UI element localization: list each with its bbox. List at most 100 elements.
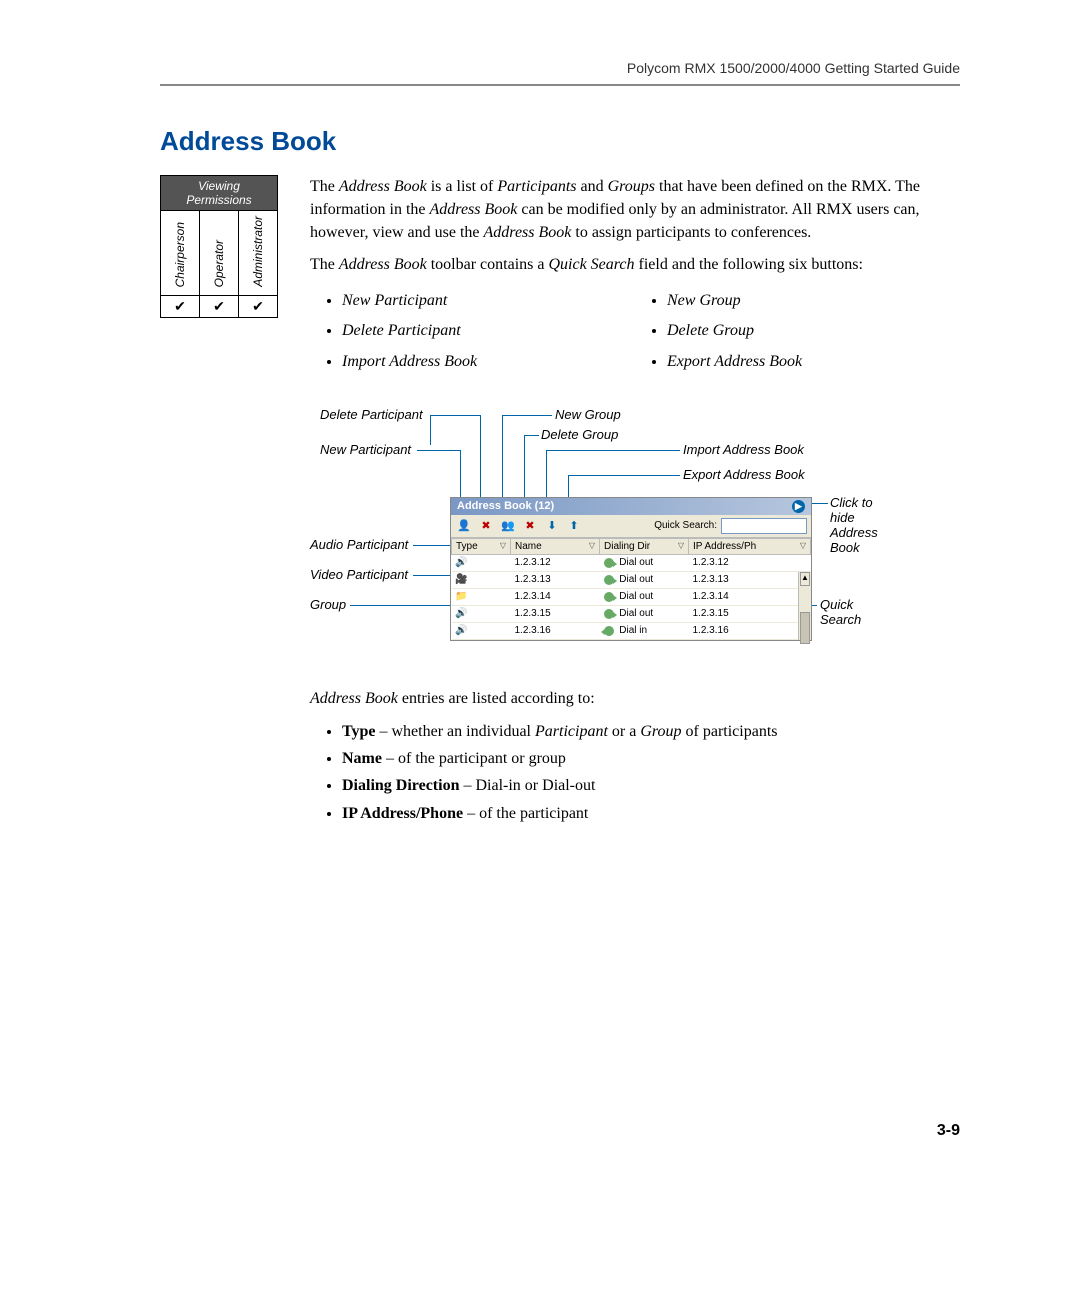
panel-toolbar: 👤 ✖ 👥 ✖ ⬇ ⬆ Quick Search: xyxy=(451,515,811,538)
cell-name: 1.2.3.13 xyxy=(511,571,600,588)
dial-in-icon xyxy=(604,626,614,636)
leader-line xyxy=(417,450,460,451)
role-operator: Operator xyxy=(200,211,239,296)
leader-line xyxy=(568,475,680,476)
list-item: New Participant xyxy=(342,286,635,316)
cell-ip: 1.2.3.14 xyxy=(689,588,811,605)
scrollbar[interactable]: ▲ xyxy=(798,572,811,640)
leader-line xyxy=(430,415,431,445)
filter-icon[interactable]: ▽ xyxy=(589,541,595,550)
col-name[interactable]: Name▽ xyxy=(511,538,600,554)
label-delete-participant: Delete Participant xyxy=(320,407,423,422)
delete-participant-icon[interactable]: ✖ xyxy=(477,517,495,535)
viewing-permissions-table: Viewing Permissions Chairperson Operator… xyxy=(160,175,278,318)
cell-ip: 1.2.3.16 xyxy=(689,622,811,639)
audio-icon: 🔊 xyxy=(456,557,468,569)
entries-intro: Address Book entries are listed accordin… xyxy=(310,687,960,710)
dial-out-icon xyxy=(604,575,614,585)
new-participant-icon[interactable]: 👤 xyxy=(455,517,473,535)
quick-search-input[interactable] xyxy=(721,518,807,534)
group-icon: 📁 xyxy=(456,591,468,603)
new-group-icon[interactable]: 👥 xyxy=(499,517,517,535)
label-audio-participant: Audio Participant xyxy=(310,537,408,552)
cell-ip: 1.2.3.12 xyxy=(689,554,811,571)
hide-panel-button[interactable]: ▶ xyxy=(792,500,805,513)
leader-line xyxy=(413,575,453,576)
import-address-book-icon[interactable]: ⬇ xyxy=(543,517,561,535)
table-row[interactable]: 📁 1.2.3.14 Dial out1.2.3.14 xyxy=(452,588,811,605)
quick-search-label: Quick Search: xyxy=(654,520,717,531)
cell-dial-dir: Dial out xyxy=(600,571,689,588)
table-row[interactable]: 🔊1.2.3.16 Dial in1.2.3.16 xyxy=(452,622,811,639)
leader-line xyxy=(524,435,539,436)
page-title: Address Book xyxy=(160,126,960,157)
audio-icon: 🔊 xyxy=(456,608,468,620)
label-export: Export Address Book xyxy=(683,467,805,482)
table-row[interactable]: 🔊 1.2.3.15 Dial out1.2.3.15 xyxy=(452,605,811,622)
col-ip[interactable]: IP Address/Ph▽ xyxy=(689,538,811,554)
scroll-up-icon[interactable]: ▲ xyxy=(800,572,810,586)
label-new-group: New Group xyxy=(555,407,621,422)
intro-paragraph-1: The Address Book is a list of Participan… xyxy=(310,175,960,245)
panel-title: Address Book (12) xyxy=(457,500,554,512)
role-chairperson: Chairperson xyxy=(161,211,200,296)
cell-ip: 1.2.3.13 xyxy=(689,571,811,588)
cell-name: 1.2.3.15 xyxy=(511,605,600,622)
header-rule xyxy=(160,84,960,86)
list-item: Delete Participant xyxy=(342,316,635,346)
permissions-caption: Viewing Permissions xyxy=(161,176,278,211)
video-icon: 🎥 xyxy=(456,574,468,586)
audio-icon: 🔊 xyxy=(456,625,468,637)
list-item: Delete Group xyxy=(667,316,960,346)
leader-line xyxy=(430,415,480,416)
dial-out-icon xyxy=(604,558,614,568)
document-page: Polycom RMX 1500/2000/4000 Getting Start… xyxy=(0,0,1080,1200)
filter-icon[interactable]: ▽ xyxy=(800,541,806,550)
side-column: Viewing Permissions Chairperson Operator… xyxy=(160,175,310,318)
intro-paragraph-2: The Address Book toolbar contains a Quic… xyxy=(310,253,960,276)
scroll-thumb[interactable] xyxy=(800,612,810,644)
col-type[interactable]: Type▽ xyxy=(452,538,511,554)
label-quick-search: Quick Search xyxy=(820,597,880,627)
label-click-to-hide: Click to hide Address Book xyxy=(830,495,900,555)
role-administrator: Administrator xyxy=(239,211,278,296)
col-dialing-dir[interactable]: Dialing Dir▽ xyxy=(600,538,689,554)
filter-icon[interactable]: ▽ xyxy=(500,541,506,550)
label-new-participant: New Participant xyxy=(320,442,411,457)
address-book-panel: Address Book (12) ▶ 👤 ✖ 👥 ✖ ⬇ ⬆ Quick Se… xyxy=(450,497,812,641)
leader-line xyxy=(810,503,828,504)
label-video-participant: Video Participant xyxy=(310,567,408,582)
cell-name: 1.2.3.14 xyxy=(511,588,600,605)
button-list-right: New Group Delete Group Export Address Bo… xyxy=(635,286,960,377)
filter-icon[interactable]: ▽ xyxy=(678,541,684,550)
cell-dial-dir: Dial out xyxy=(600,588,689,605)
leader-line xyxy=(350,605,453,606)
list-item: New Group xyxy=(667,286,960,316)
list-item: Type – whether an individual Participant… xyxy=(342,718,960,745)
leader-line xyxy=(413,545,453,546)
table-row[interactable]: 🎥 1.2.3.13 Dial out1.2.3.13 xyxy=(452,571,811,588)
cell-name: 1.2.3.12 xyxy=(511,554,600,571)
main-column: The Address Book is a list of Participan… xyxy=(310,175,960,827)
address-book-grid: Type▽ Name▽ Dialing Dir▽ IP Address/Ph▽ … xyxy=(451,538,811,640)
check-icon: ✔ xyxy=(161,296,200,318)
page-number: 3-9 xyxy=(937,1122,960,1140)
list-item: IP Address/Phone – of the participant xyxy=(342,800,960,827)
delete-group-icon[interactable]: ✖ xyxy=(521,517,539,535)
cell-ip: 1.2.3.15 xyxy=(689,605,811,622)
list-item: Dialing Direction – Dial-in or Dial-out xyxy=(342,772,960,799)
annotated-screenshot: Delete Participant New Participant New G… xyxy=(310,407,960,667)
check-icon: ✔ xyxy=(239,296,278,318)
two-column-layout: Viewing Permissions Chairperson Operator… xyxy=(160,175,960,827)
cell-dial-dir: Dial out xyxy=(600,605,689,622)
table-row[interactable]: 🔊 1.2.3.12 Dial out1.2.3.12 xyxy=(452,554,811,571)
panel-titlebar: Address Book (12) ▶ xyxy=(451,498,811,515)
export-address-book-icon[interactable]: ⬆ xyxy=(565,517,583,535)
list-item: Import Address Book xyxy=(342,347,635,377)
entries-list: Type – whether an individual Participant… xyxy=(310,718,960,827)
list-item: Name – of the participant or group xyxy=(342,745,960,772)
cell-dial-dir: Dial out xyxy=(600,554,689,571)
cell-dial-dir: Dial in xyxy=(600,622,689,639)
dial-out-icon xyxy=(604,592,614,602)
check-icon: ✔ xyxy=(200,296,239,318)
